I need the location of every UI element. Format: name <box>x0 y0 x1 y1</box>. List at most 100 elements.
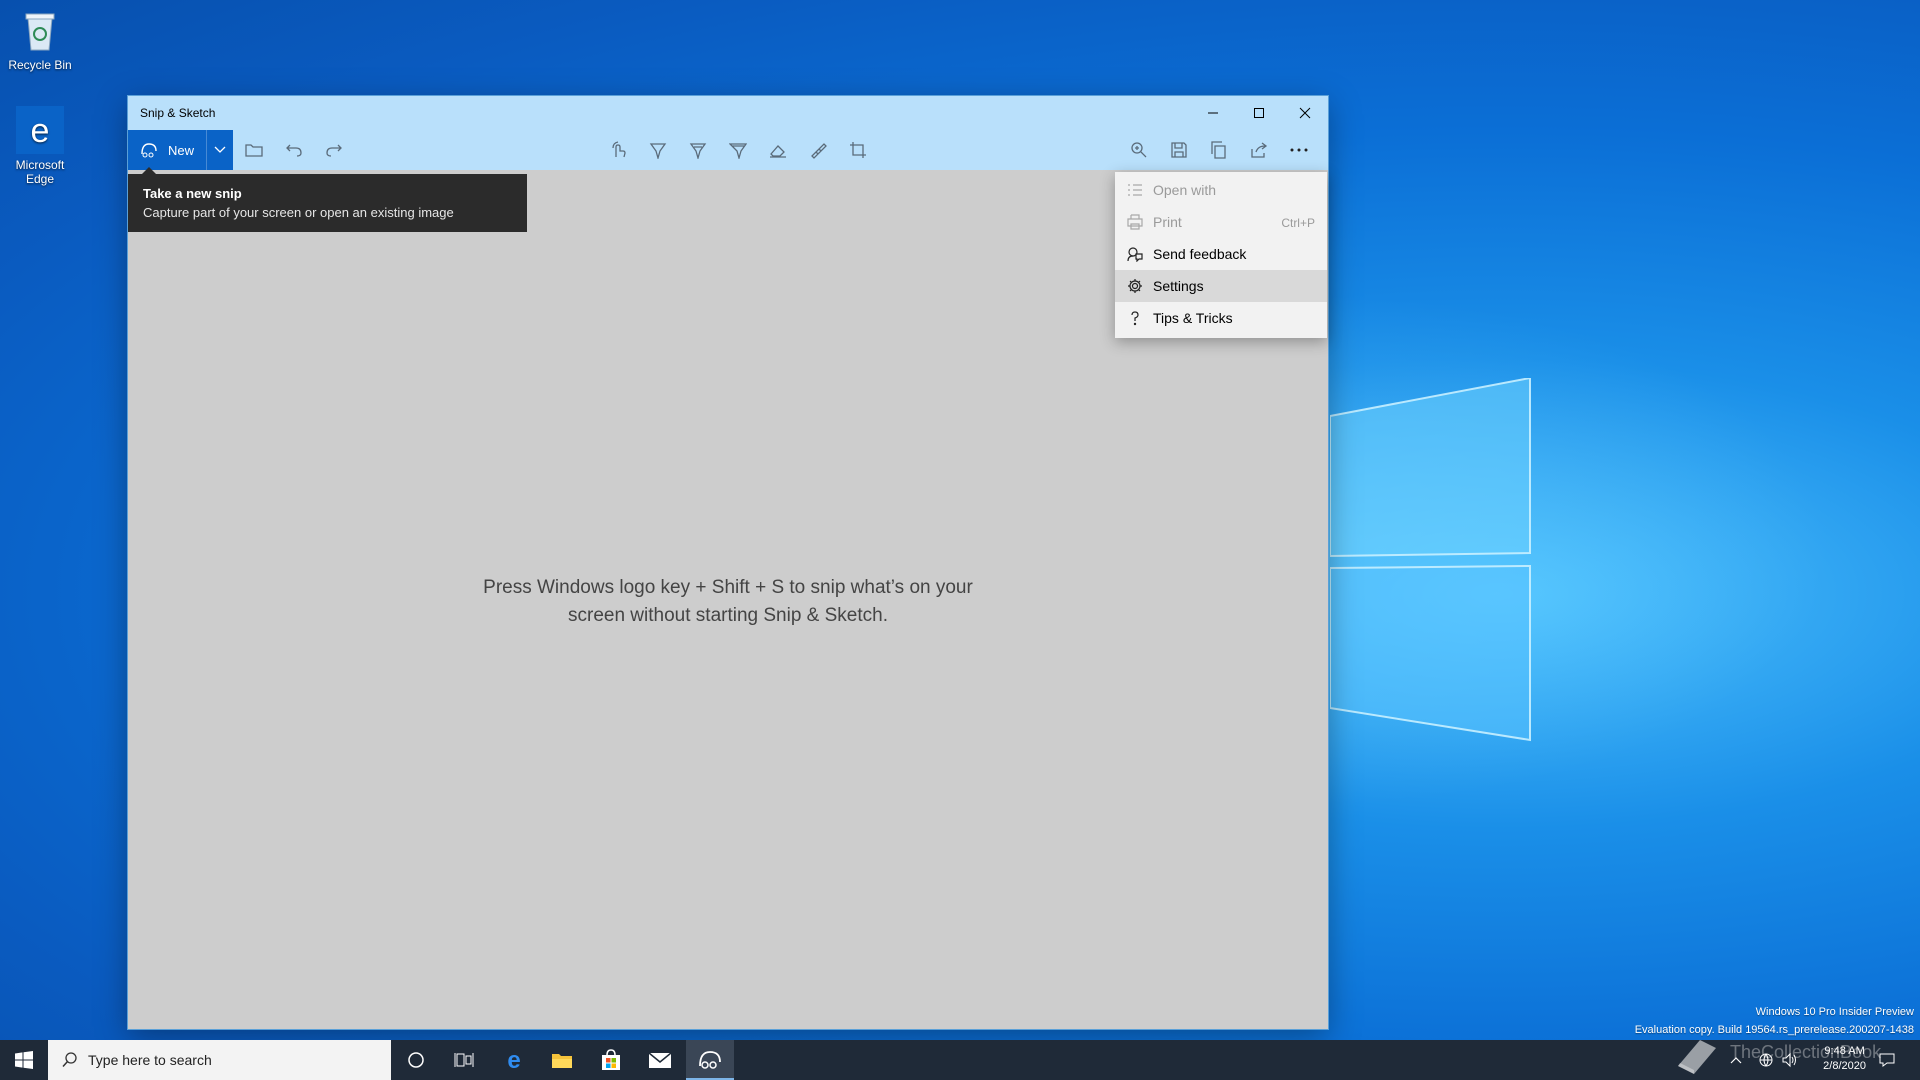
desktop-icon-label: Microsoft Edge <box>15 158 65 186</box>
maximize-button[interactable] <box>1236 96 1282 130</box>
menu-item-print[interactable]: Print Ctrl+P <box>1115 206 1327 238</box>
see-more-button[interactable] <box>1287 138 1311 162</box>
crop-button[interactable] <box>846 138 870 162</box>
menu-item-label: Tips & Tricks <box>1153 310 1233 326</box>
crop-icon <box>850 142 866 158</box>
open-with-icon <box>1127 182 1143 198</box>
minimize-button[interactable] <box>1190 96 1236 130</box>
save-button[interactable] <box>1167 138 1191 162</box>
svg-text:e: e <box>31 112 50 150</box>
snip-icon <box>141 143 157 158</box>
folder-icon <box>245 144 263 157</box>
printer-icon <box>1127 214 1143 230</box>
snip-sketch-icon <box>699 1051 721 1069</box>
recycle-bin-icon <box>16 6 64 54</box>
search-placeholder: Type here to search <box>88 1052 212 1068</box>
build-watermark-line2: Evaluation copy. Build 19564.rs_prerelea… <box>1634 1024 1914 1036</box>
pencil-button[interactable] <box>686 138 710 162</box>
new-snip-dropdown[interactable] <box>207 130 233 170</box>
chevron-down-icon <box>214 146 226 153</box>
mail-icon <box>648 1052 672 1068</box>
menu-item-label: Print <box>1153 214 1182 230</box>
more-icon <box>1290 148 1308 152</box>
brand-watermark-text: TheCollectionBook <box>1730 1042 1882 1062</box>
canvas-hint: Press Windows logo key + Shift + S to sn… <box>128 574 1328 630</box>
menu-item-settings[interactable]: Settings <box>1115 270 1327 302</box>
edge-icon: e <box>16 106 64 154</box>
tooltip-arrow <box>142 167 156 174</box>
new-snip-button[interactable]: New <box>128 130 233 170</box>
redo-button[interactable] <box>322 138 346 162</box>
copy-icon <box>1211 141 1226 159</box>
save-icon <box>1171 142 1187 158</box>
feedback-icon <box>1127 246 1143 263</box>
menu-item-send-feedback[interactable]: Send feedback <box>1115 238 1327 270</box>
desktop-icon-edge[interactable]: e Microsoft Edge <box>0 106 80 186</box>
tooltip-description: Capture part of your screen or open an e… <box>143 205 454 220</box>
ballpoint-pen-button[interactable] <box>646 138 670 162</box>
toolbar: New <box>128 130 1328 170</box>
taskbar-file-explorer-button[interactable] <box>538 1040 586 1080</box>
menu-item-tips-tricks[interactable]: Tips & Tricks <box>1115 302 1327 334</box>
new-snip-tooltip: Take a new snip Capture part of your scr… <box>128 167 527 232</box>
ruler-button[interactable] <box>806 138 830 162</box>
title-bar[interactable]: Snip & Sketch <box>128 96 1328 130</box>
more-options-menu: Open with Print Ctrl+P Send feedback Set… <box>1115 172 1327 338</box>
zoom-button[interactable] <box>1127 138 1151 162</box>
svg-text:e: e <box>507 1048 520 1072</box>
desktop-icon-label: Recycle Bin <box>8 58 72 72</box>
tooltip-title: Take a new snip <box>143 186 242 201</box>
desktop-icon-recycle-bin[interactable]: Recycle Bin <box>0 6 80 72</box>
copy-button[interactable] <box>1207 138 1231 162</box>
close-button[interactable] <box>1282 96 1328 130</box>
highlighter-button[interactable] <box>726 138 750 162</box>
menu-item-label: Send feedback <box>1153 246 1247 262</box>
build-watermark-line1: Windows 10 Pro Insider Preview <box>1755 1006 1914 1018</box>
maximize-icon <box>1254 108 1264 118</box>
touch-writing-icon <box>612 141 626 158</box>
gear-icon <box>1127 278 1143 294</box>
windows-start-icon <box>15 1051 33 1069</box>
taskbar-snip-sketch-button[interactable] <box>686 1040 734 1080</box>
folder-icon <box>552 1054 572 1068</box>
menu-item-label: Settings <box>1153 278 1204 294</box>
close-icon <box>1299 107 1311 119</box>
touch-writing-button[interactable] <box>606 138 630 162</box>
cortana-button[interactable] <box>392 1040 440 1080</box>
windows-logo-wallpaper <box>1330 378 1531 742</box>
canvas-hint-line1: Press Windows logo key + Shift + S to sn… <box>483 577 973 598</box>
notifications-icon <box>1879 1053 1895 1067</box>
start-button[interactable] <box>0 1040 48 1080</box>
window-title: Snip & Sketch <box>140 106 216 120</box>
menu-item-shortcut: Ctrl+P <box>1281 216 1315 230</box>
redo-icon <box>326 144 342 157</box>
edge-icon: e <box>507 1048 520 1072</box>
task-view-button[interactable] <box>440 1040 488 1080</box>
taskbar-store-button[interactable] <box>587 1040 635 1080</box>
ruler-icon <box>811 143 827 159</box>
menu-item-open-with[interactable]: Open with <box>1115 174 1327 206</box>
store-icon <box>602 1049 620 1070</box>
eraser-button[interactable] <box>766 138 790 162</box>
minimize-icon <box>1208 112 1218 114</box>
cortana-icon <box>408 1052 424 1068</box>
taskbar-search-box[interactable]: Type here to search <box>48 1040 391 1080</box>
zoom-in-icon <box>1131 142 1147 158</box>
eraser-icon <box>770 145 786 158</box>
pencil-icon <box>689 143 707 159</box>
question-icon <box>1127 310 1143 326</box>
taskbar: Type here to search e 9:48 AM 2/8/2020 <box>0 1040 1920 1080</box>
undo-icon <box>286 144 302 157</box>
new-button-label: New <box>168 143 195 158</box>
taskbar-edge-button[interactable]: e <box>490 1040 538 1080</box>
undo-button[interactable] <box>282 138 306 162</box>
highlighter-icon <box>729 143 747 159</box>
share-button[interactable] <box>1247 138 1271 162</box>
share-icon <box>1251 142 1268 158</box>
task-view-icon <box>454 1053 474 1067</box>
search-icon <box>62 1052 77 1068</box>
ballpoint-pen-icon <box>649 143 667 159</box>
canvas-hint-line2: screen without starting Snip & Sketch. <box>568 605 888 626</box>
taskbar-mail-button[interactable] <box>636 1040 684 1080</box>
open-file-button[interactable] <box>242 138 266 162</box>
